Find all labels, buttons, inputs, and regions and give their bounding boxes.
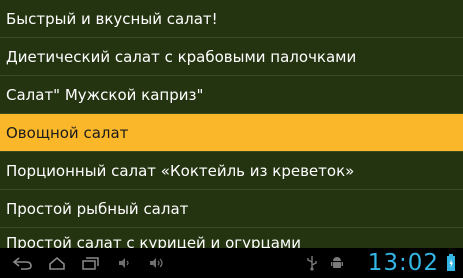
list-item-label: Быстрый и вкусный салат! <box>6 9 218 28</box>
list-item[interactable]: Диетический салат с крабовыми палочками <box>0 38 463 75</box>
list-item[interactable]: Салат" Мужской каприз" <box>0 76 463 113</box>
list-item-label: Салат" Мужской каприз" <box>6 85 204 104</box>
list-item-label: Простой салат с курицей и огурцами <box>6 234 301 248</box>
list-item[interactable]: Простой рыбный салат <box>0 190 463 227</box>
status-clock: 13:02 <box>367 250 439 276</box>
list-item-label: Порционный салат «Коктейль из креветок» <box>6 161 355 180</box>
list-item[interactable]: Простой салат с курицей и огурцами <box>0 228 463 248</box>
volume-up-icon[interactable] <box>148 255 166 271</box>
volume-down-icon[interactable] <box>116 255 132 271</box>
usb-icon <box>306 255 318 271</box>
android-debug-icon <box>330 255 344 271</box>
list-item-label: Овощной салат <box>6 123 129 142</box>
recent-apps-icon[interactable] <box>81 255 101 271</box>
list-item[interactable]: Быстрый и вкусный салат! <box>0 0 463 37</box>
screen: Быстрый и вкусный салат! Диетический сал… <box>0 0 463 278</box>
home-icon[interactable] <box>47 255 67 271</box>
system-navigation-bar: 13:02 <box>0 248 463 278</box>
battery-icon <box>446 254 456 271</box>
back-icon[interactable] <box>12 255 34 271</box>
list-item[interactable]: Порционный салат «Коктейль из креветок» <box>0 152 463 189</box>
recipe-list: Быстрый и вкусный салат! Диетический сал… <box>0 0 463 248</box>
list-item-label: Диетический салат с крабовыми палочками <box>6 47 357 66</box>
list-item-selected[interactable]: Овощной салат <box>0 114 463 151</box>
list-item-label: Простой рыбный салат <box>6 199 189 218</box>
